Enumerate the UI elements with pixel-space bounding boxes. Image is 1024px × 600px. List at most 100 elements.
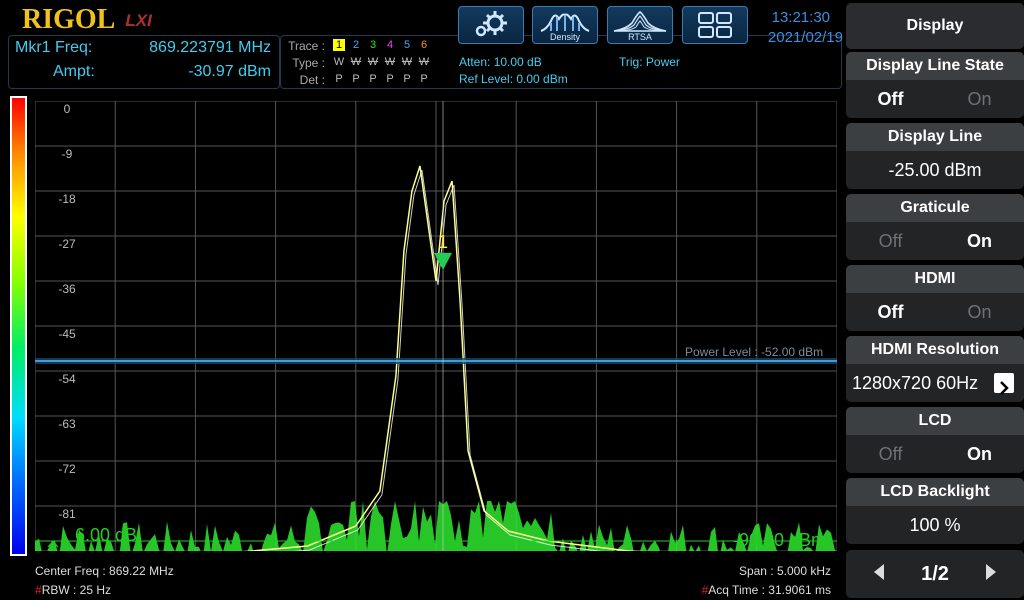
trace-type: W [350, 56, 362, 68]
atten-info: Atten: 10.00 dB [459, 55, 542, 69]
trace-det: P [386, 73, 394, 85]
trace-number[interactable]: 4 [384, 39, 396, 51]
display-line-key[interactable]: Display Line -25.00 dBm [846, 123, 1024, 189]
page-indicator: 1/2 [921, 562, 949, 585]
hdmi-toggle[interactable]: Off On [846, 293, 1024, 331]
marker-freq-label: Mkr1 Freq: [15, 39, 93, 56]
color-scale-bar [10, 96, 27, 556]
clock-time: 13:21:30 [771, 9, 830, 26]
trace-det: P [403, 73, 411, 85]
page-prev-icon[interactable] [872, 563, 886, 586]
lxi-logo: LXI [125, 11, 152, 30]
trace-number[interactable]: 1 [333, 39, 345, 51]
lcd-toggle[interactable]: Off On [846, 435, 1024, 473]
display-line-value: -25.00 dBm [888, 160, 982, 180]
graticule [35, 101, 837, 551]
marker-ampt-value: -30.97 dBm [188, 63, 271, 80]
spectrum-plot[interactable]: 0-9-18-27-36-45-54-63-72-81-90 1 [35, 101, 837, 551]
toggle-off: Off [878, 443, 903, 464]
y-tick-label: -63 [58, 417, 76, 431]
lcd-backlight-key[interactable]: LCD Backlight 100 % [846, 478, 1024, 544]
acq-text: Acq Time : 31.9061 ms [708, 583, 831, 597]
menu-label: Display Line [846, 123, 1024, 151]
menu-title: Display [846, 3, 1024, 49]
trace-type: W [418, 56, 430, 68]
hdmi-resolution-key[interactable]: HDMI Resolution 1280x720 60Hz [846, 336, 1024, 402]
y-tick-label: -72 [58, 462, 76, 476]
rtsa-label: RTSA [628, 32, 652, 42]
center-freq[interactable]: Center Freq : 869.22 MHz [35, 564, 174, 578]
trace-label: Trace : [288, 39, 325, 53]
y-tick-label: -27 [58, 237, 76, 251]
trace-type: W [333, 56, 345, 68]
brand-logo: RIGOL LXI [22, 4, 152, 35]
density-mode-button[interactable]: Density [532, 6, 598, 44]
rbw-hash: # [35, 583, 42, 597]
trace-type: W [384, 56, 396, 68]
span-info[interactable]: Span : 5.000 kHz [739, 564, 831, 578]
y-tick-label: -18 [58, 192, 76, 206]
trig-info: Trig: Power [619, 55, 680, 69]
menu-label: Display Line State [846, 52, 1024, 80]
trace-det: P [369, 73, 377, 85]
marker-number: 1 [438, 232, 448, 252]
threshold-relative-label: 6.00 dB [75, 525, 138, 545]
y-tick-label: -36 [58, 282, 76, 296]
brand-name: RIGOL [22, 4, 116, 35]
det-label: Det : [299, 73, 325, 87]
menu-label: HDMI Resolution [846, 336, 1024, 364]
gear-icon [475, 11, 507, 37]
toggle-off: Off [877, 88, 904, 109]
lcd-key[interactable]: LCD Off On [846, 407, 1024, 473]
y-tick-label: -9 [62, 147, 73, 161]
display-line-state-key[interactable]: Display Line State Off On [846, 52, 1024, 118]
page-nav: 1/2 [846, 550, 1024, 598]
layout-mode-button[interactable] [682, 6, 748, 44]
page-next-icon[interactable] [984, 563, 998, 586]
display-line-state-toggle[interactable]: Off On [846, 80, 1024, 118]
y-tick-label: -54 [58, 372, 76, 386]
density-label: Density [549, 32, 580, 42]
y-axis-labels: 0-9-18-27-36-45-54-63-72-81-90 [58, 102, 76, 521]
marker-readout-panel: Mkr1 Freq: 869.223791 MHz Ampt: -30.97 d… [8, 35, 280, 89]
rbw-info[interactable]: #RBW : 25 Hz [35, 583, 111, 597]
trace-det: P [352, 73, 360, 85]
menu-label: LCD Backlight [846, 478, 1024, 506]
trace-type: W [401, 56, 413, 68]
menu-label: HDMI [846, 265, 1024, 293]
toggle-on: On [967, 88, 992, 109]
chevron-right-icon[interactable] [994, 373, 1014, 395]
rbw-text: RBW : 25 Hz [41, 583, 112, 597]
toggle-on: On [967, 230, 992, 251]
lcd-backlight-value: 100 % [909, 515, 961, 535]
trace-number[interactable]: 3 [367, 39, 379, 51]
marker-ampt-label: Ampt: [53, 63, 95, 80]
rtsa-mode-button[interactable]: RTSA [607, 6, 673, 44]
threshold-absolute-label: -90.00 dBm [733, 530, 827, 550]
hdmi-resolution-value: 1280x720 60Hz [852, 373, 979, 393]
hdmi-resolution-row: 1280x720 60Hz [846, 364, 1024, 402]
ref-level-info: Ref Level: 0.00 dBm [459, 72, 568, 86]
menu-title-text: Display [906, 17, 964, 34]
toggle-on: On [967, 443, 992, 464]
trace-number[interactable]: 2 [350, 39, 362, 51]
graticule-toggle[interactable]: Off On [846, 222, 1024, 260]
y-tick-label: 0 [64, 102, 71, 116]
acq-time-info[interactable]: #Acq Time : 31.9061 ms [702, 583, 831, 597]
settings-mode-button[interactable] [458, 6, 524, 44]
menu-label: LCD [846, 407, 1024, 435]
toggle-off: Off [878, 230, 903, 251]
trace-det: P [420, 73, 428, 85]
trace-det: P [335, 73, 343, 85]
marker-freq-value: 869.223791 MHz [149, 39, 271, 56]
power-level-label: Power Level : -52.00 dBm [685, 345, 824, 359]
y-tick-label: -45 [58, 327, 76, 341]
trace-type: W [367, 56, 379, 68]
trace-number[interactable]: 6 [418, 39, 430, 51]
trace-number[interactable]: 5 [401, 39, 413, 51]
toggle-on: On [967, 301, 992, 322]
type-label: Type : [292, 56, 325, 70]
hdmi-key[interactable]: HDMI Off On [846, 265, 1024, 331]
graticule-key[interactable]: Graticule Off On [846, 194, 1024, 260]
y-tick-label: -81 [58, 507, 76, 521]
